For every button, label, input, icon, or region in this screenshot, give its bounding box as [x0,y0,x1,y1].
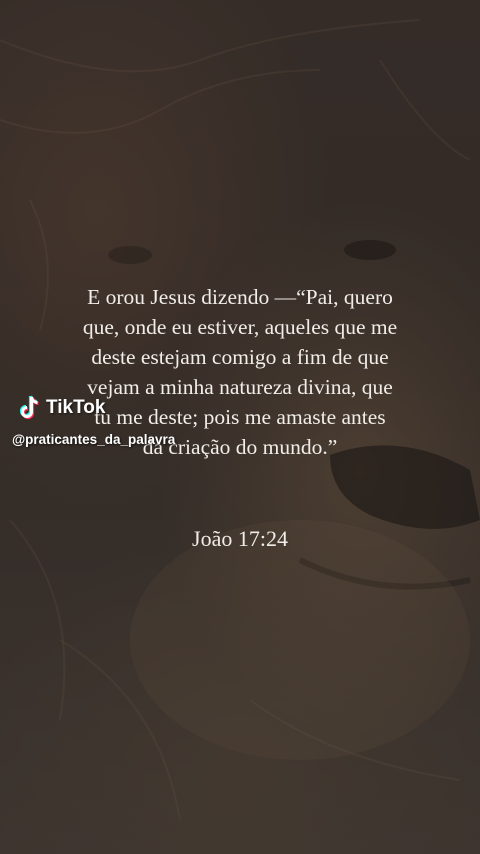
tiktok-wordmark: TikTok [46,397,106,418]
tiktok-logo-icon [19,395,39,420]
verse-reference: João 17:24 [192,526,288,551]
tiktok-username: @praticantes_da_palavra [12,432,176,447]
verse-line: deste estejam comigo a fim de que [91,345,389,369]
verse-line: que, onde eu estiver, aqueles que me [82,315,398,339]
tiktok-watermark: TikTok [18,394,105,422]
verse-line: E orou Jesus dizendo —“Pai, quero [87,285,393,309]
